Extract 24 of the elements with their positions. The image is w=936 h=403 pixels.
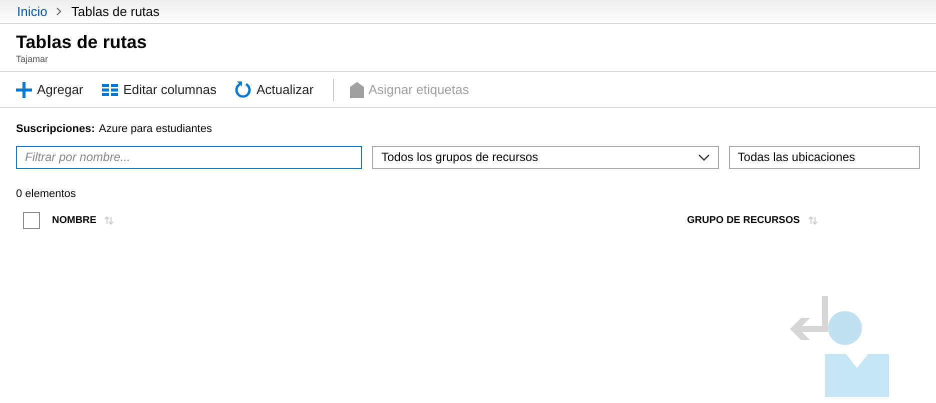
column-header[interactable]: GRUPO DE RECURSOS xyxy=(687,213,818,228)
toolbar-button[interactable]: Actualizar xyxy=(235,80,314,100)
tag-icon xyxy=(350,82,364,98)
toolbar-button[interactable]: Agregar xyxy=(16,80,84,100)
columns-icon xyxy=(102,84,118,96)
item-count: 0 elementos xyxy=(15,186,77,202)
caret-icon xyxy=(698,154,710,160)
breadcrumb-current: Tablas de rutas xyxy=(71,2,160,21)
breadcrumb-link[interactable]: Inicio xyxy=(17,2,48,22)
plus-icon xyxy=(16,82,32,98)
dropdown[interactable]: Todas las ubicaciones xyxy=(728,146,920,168)
filter-field[interactable]: Filtrar por nombre... xyxy=(16,146,362,168)
subscription-label: Suscripciones: xyxy=(16,122,95,137)
select-all-checkbox[interactable] xyxy=(23,212,40,229)
sort-icon xyxy=(104,216,114,225)
refresh-icon xyxy=(235,81,252,98)
chevron-icon xyxy=(56,7,62,16)
dropdown[interactable]: Todos los grupos de recursos xyxy=(372,146,719,168)
sort-icon xyxy=(808,216,818,225)
toolbar-button[interactable]: Editar columnas xyxy=(102,80,216,100)
column-header[interactable]: NOMBRE xyxy=(52,213,687,228)
page-title: Tablas de rutas xyxy=(16,31,148,53)
subscription-value: Azure para estudiantes xyxy=(98,122,212,137)
page-subtitle: Tajamar xyxy=(16,53,50,65)
